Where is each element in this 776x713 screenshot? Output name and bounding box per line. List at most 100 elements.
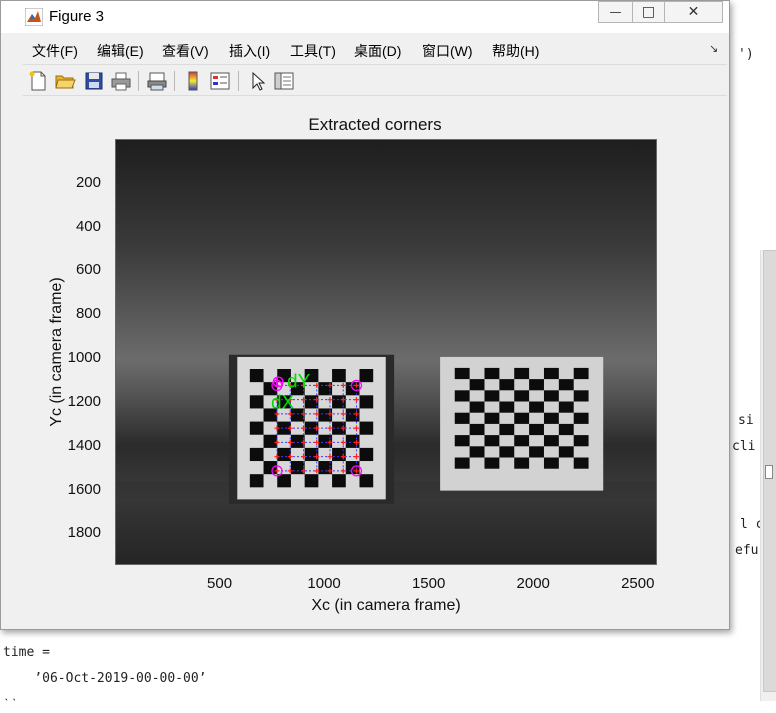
checker-square: [514, 435, 530, 447]
checker-square: [558, 401, 574, 413]
minimize-button[interactable]: —: [598, 1, 632, 23]
checker-square: [543, 390, 559, 402]
checker-square: [304, 474, 319, 488]
checker-square: [514, 457, 530, 469]
menu-desktop[interactable]: 桌面(D): [354, 41, 401, 61]
checker-square: [514, 367, 530, 380]
save-icon[interactable]: [83, 70, 105, 92]
console-fragment: cli: [732, 439, 756, 454]
x-axis-label: Xc (in camera frame): [311, 597, 461, 614]
camera-image: OdYdX: [116, 354, 656, 564]
matlab-logo-icon: [25, 8, 43, 26]
menu-file[interactable]: 文件(F): [32, 41, 78, 61]
checker-square: [514, 412, 530, 424]
insert-colorbar-icon[interactable]: [182, 70, 204, 92]
plot-title: Extracted corners: [308, 115, 442, 134]
checker-square: [249, 368, 264, 383]
checker-square: [454, 457, 470, 469]
scroll-marker-icon: [765, 465, 773, 479]
checker-square: [359, 395, 374, 409]
checker-square: [469, 401, 485, 413]
checker-square: [332, 474, 346, 488]
checker-square: [345, 408, 360, 422]
checker-square: [499, 401, 515, 413]
checker-square: [277, 447, 291, 462]
checker-square: [454, 367, 470, 380]
checker-square: [543, 412, 559, 424]
dy-label: dY: [287, 371, 311, 392]
checker-square: [573, 412, 589, 424]
menu-insert[interactable]: 插入(I): [229, 41, 270, 61]
menu-help[interactable]: 帮助(H): [492, 41, 539, 61]
checker-square: [469, 423, 485, 436]
checker-square: [332, 368, 346, 383]
checker-square: [499, 379, 515, 391]
show-plot-tools-icon[interactable]: [273, 70, 295, 92]
checker-square: [359, 447, 374, 462]
checker-square: [359, 474, 374, 488]
checker-square: [573, 457, 589, 469]
console-scrollbar[interactable]: [760, 250, 776, 701]
checker-square: [469, 379, 485, 391]
toolbar-separator: [138, 71, 139, 91]
menu-tools[interactable]: 工具(T): [290, 41, 336, 61]
checker-square: [543, 367, 559, 380]
checker-square: [263, 461, 278, 475]
checker-square: [573, 367, 589, 380]
checker-square: [263, 434, 278, 448]
checker-square: [499, 423, 515, 436]
print-icon[interactable]: [110, 70, 132, 92]
checker-square: [558, 446, 574, 458]
menu-view[interactable]: 查看(V): [162, 41, 209, 61]
y-axis-label: Yc (in camera frame): [48, 277, 65, 427]
checker-square: [543, 435, 559, 447]
console-line: ’06-Oct-2019-00-00-00’: [3, 671, 207, 686]
y-tick-label: 1600: [67, 480, 101, 498]
console-line: ˋˋ: [3, 697, 19, 712]
new-figure-icon[interactable]: [27, 70, 49, 92]
figure-toolbar: [23, 64, 727, 96]
checker-square: [277, 474, 291, 488]
title-bar[interactable]: Figure 3 — □ ✕: [1, 1, 729, 33]
checker-square: [484, 367, 500, 380]
menu-bar: 文件(F) 编辑(E) 查看(V) 插入(I) 工具(T) 桌面(D) 窗口(W…: [23, 36, 727, 62]
dx-label: dX: [271, 392, 295, 413]
menu-edit[interactable]: 编辑(E): [97, 41, 144, 61]
checker-square: [249, 447, 264, 462]
figure-canvas[interactable]: Extracted corners OdY dX 200 400 600 800 1000…: [23, 97, 727, 622]
insert-legend-icon[interactable]: [209, 70, 231, 92]
checker-square: [529, 379, 544, 391]
checker-square: [249, 421, 264, 435]
y-tick-label: 1800: [67, 524, 101, 542]
print-preview-icon[interactable]: [146, 70, 168, 92]
checker-square: [558, 423, 574, 436]
open-file-icon[interactable]: [54, 70, 76, 92]
y-tick-label: 200: [75, 173, 101, 191]
edit-plot-icon[interactable]: [247, 70, 269, 92]
menu-window[interactable]: 窗口(W): [422, 41, 473, 61]
checker-square: [454, 390, 470, 402]
checker-square: [484, 390, 500, 402]
checker-square: [558, 379, 574, 391]
figure-window[interactable]: Figure 3 — □ ✕ 文件(F) 编辑(E) 查看(V) 插入(I) 工…: [0, 0, 730, 630]
maximize-icon: □: [641, 4, 656, 20]
x-tick-label: 2500: [621, 575, 655, 592]
checker-square: [290, 434, 305, 448]
console-fragment: si: [738, 413, 754, 428]
checker-square: [484, 435, 500, 447]
image-axes[interactable]: OdY dX: [115, 139, 657, 565]
maximize-button[interactable]: □: [632, 1, 665, 23]
checker-square: [359, 421, 374, 435]
checker-square: [573, 390, 589, 402]
collapse-menu-icon[interactable]: ↘: [709, 42, 718, 55]
x-tick-label: 2000: [516, 575, 550, 592]
checker-square: [529, 401, 544, 413]
close-button[interactable]: ✕: [665, 1, 723, 23]
console-fragment: efu: [735, 543, 759, 558]
checker-square: [514, 390, 530, 402]
console-fragment: '): [738, 47, 762, 62]
checker-square: [529, 423, 544, 436]
origin-label: O: [272, 374, 284, 391]
toolbar-separator: [238, 71, 239, 91]
x-tick-label: 1000: [307, 575, 341, 592]
